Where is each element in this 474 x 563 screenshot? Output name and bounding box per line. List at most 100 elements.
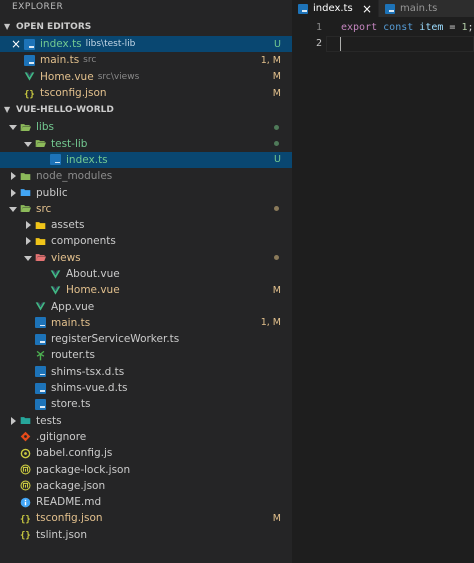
tree-file[interactable]: package-lock.json [0, 461, 292, 477]
tree-file[interactable]: shims-tsx.d.ts [0, 364, 292, 380]
explorer-title: EXPLORER [12, 2, 64, 12]
tree-item-label: tests [36, 414, 62, 427]
line-number: 2 [315, 38, 322, 49]
file-tree: libs test-lib index.ts Unode_modulespublic s… [0, 119, 292, 543]
tree-file[interactable]: README.md [0, 494, 292, 510]
open-editor-label: Home.vue [40, 70, 94, 83]
tree-file[interactable]: .gitignore [0, 429, 292, 445]
json-file-icon: {} [20, 529, 31, 540]
git-status-badge: M [272, 284, 281, 296]
tree-item-label: src [36, 202, 52, 215]
folder-icon [20, 415, 31, 426]
tree-item-label: router.ts [51, 349, 96, 362]
close-icon[interactable]: × [11, 36, 21, 52]
git-file-icon [20, 431, 31, 442]
tree-item-label: registerServiceWorker.ts [51, 333, 180, 346]
tree-folder[interactable]: test-lib [0, 135, 292, 151]
tree-file[interactable]: About.vue [0, 266, 292, 282]
tree-item-label: shims-vue.d.ts [51, 382, 128, 395]
tree-folder[interactable]: node_modules [0, 168, 292, 184]
npm-file-icon [20, 480, 31, 491]
tree-folder[interactable]: src [0, 201, 292, 217]
folder-open-icon [35, 138, 46, 149]
project-header[interactable]: ▼ VUE-HELLO-WORLD [0, 101, 292, 119]
chevron-right-icon[interactable] [9, 188, 17, 197]
code-token: export [341, 22, 378, 33]
modified-dot-icon [274, 255, 279, 261]
typescript-file-icon [298, 3, 308, 14]
open-editors-title: OPEN EDITORS [16, 22, 92, 32]
git-status-badge: U [274, 38, 281, 50]
typescript-file-icon [50, 154, 61, 166]
svg-text:{}: {} [20, 531, 31, 540]
open-editors-list: × index.ts libs\test-lib Umain.ts src 1, M Hom… [0, 36, 292, 101]
tree-file[interactable]: main.ts 1, M [0, 315, 292, 331]
chevron-right-icon[interactable] [24, 237, 32, 246]
chevron-down-icon[interactable] [24, 140, 32, 148]
tree-file[interactable]: package.json [0, 478, 292, 494]
git-status-badge: M [272, 71, 281, 83]
tree-item-label: index.ts [66, 153, 108, 166]
open-editor-item[interactable]: main.ts src 1, M [0, 52, 292, 68]
tree-file[interactable]: index.ts U [0, 151, 292, 169]
tree-item-label: .gitignore [36, 430, 87, 443]
tree-folder[interactable]: components [0, 233, 292, 249]
tree-item-label: Home.vue [66, 284, 120, 297]
tree-item-label: test-lib [51, 137, 88, 150]
tree-item-label: store.ts [51, 398, 91, 411]
tree-file[interactable]: Home.vue M [0, 282, 292, 298]
open-editor-item[interactable]: × index.ts libs\test-lib U [0, 36, 292, 53]
tree-folder[interactable]: public [0, 184, 292, 200]
chevron-down-icon[interactable] [24, 254, 32, 262]
chevron-down-icon[interactable] [9, 205, 17, 213]
close-icon[interactable]: × [362, 2, 372, 16]
typescript-file-icon [35, 366, 46, 378]
tree-file[interactable]: registerServiceWorker.ts [0, 331, 292, 347]
babel-file-icon [20, 448, 31, 459]
tree-item-label: public [36, 186, 68, 199]
chevron-right-icon[interactable] [9, 416, 17, 425]
tree-file[interactable]: {} tslint.json [0, 527, 292, 543]
editor-tab-label: index.ts [313, 3, 353, 14]
project-title: VUE-HELLO-WORLD [16, 105, 114, 116]
code-view[interactable]: 1 export const item = 1; 2 [292, 17, 474, 52]
tree-file[interactable]: App.vue [0, 298, 292, 314]
vue-file-icon [50, 269, 61, 280]
tree-file[interactable]: router.ts [0, 347, 292, 363]
editor-tab[interactable]: main.ts [378, 0, 474, 17]
git-status-badge: M [272, 512, 281, 524]
tree-folder[interactable]: assets [0, 217, 292, 233]
open-editor-path: src\views [97, 71, 140, 82]
tree-item-label: package.json [36, 479, 106, 492]
tree-folder[interactable]: views [0, 250, 292, 266]
open-editor-item[interactable]: {} tsconfig.json M [0, 85, 292, 101]
explorer-sidebar: EXPLORER ▼ OPEN EDITORS × index.ts libs\te… [0, 0, 292, 563]
tree-item-label: tslint.json [36, 528, 87, 541]
folder-open-icon [35, 252, 46, 263]
chevron-right-icon[interactable] [24, 221, 32, 230]
chevron-down-icon[interactable] [9, 123, 17, 131]
vue-file-icon [50, 285, 61, 296]
tree-item-label: libs [36, 121, 54, 134]
tree-folder[interactable]: libs [0, 119, 292, 135]
svg-text:{}: {} [24, 89, 35, 98]
tree-item-label: components [51, 235, 116, 248]
chevron-right-icon[interactable] [9, 172, 17, 181]
modified-dot-icon [274, 141, 279, 147]
open-editor-item[interactable]: Home.vue src\views M [0, 69, 292, 85]
tree-item-label: node_modules [36, 170, 113, 183]
typescript-file-icon [35, 333, 46, 345]
tree-item-label: package-lock.json [36, 463, 131, 476]
editor-tab[interactable]: index.ts × [292, 0, 378, 17]
tree-file[interactable]: {} tsconfig.json M [0, 510, 292, 526]
chevron-down-icon: ▼ [4, 105, 11, 115]
open-editors-header[interactable]: ▼ OPEN EDITORS [0, 18, 292, 36]
tree-file[interactable]: babel.config.js [0, 445, 292, 461]
tree-file[interactable]: store.ts [0, 396, 292, 412]
code-token: item [419, 22, 444, 33]
typescript-file-icon [35, 317, 46, 329]
npm-file-icon [20, 464, 31, 475]
current-line-highlight [326, 36, 474, 52]
tree-file[interactable]: shims-vue.d.ts [0, 380, 292, 396]
tree-folder[interactable]: tests [0, 413, 292, 429]
